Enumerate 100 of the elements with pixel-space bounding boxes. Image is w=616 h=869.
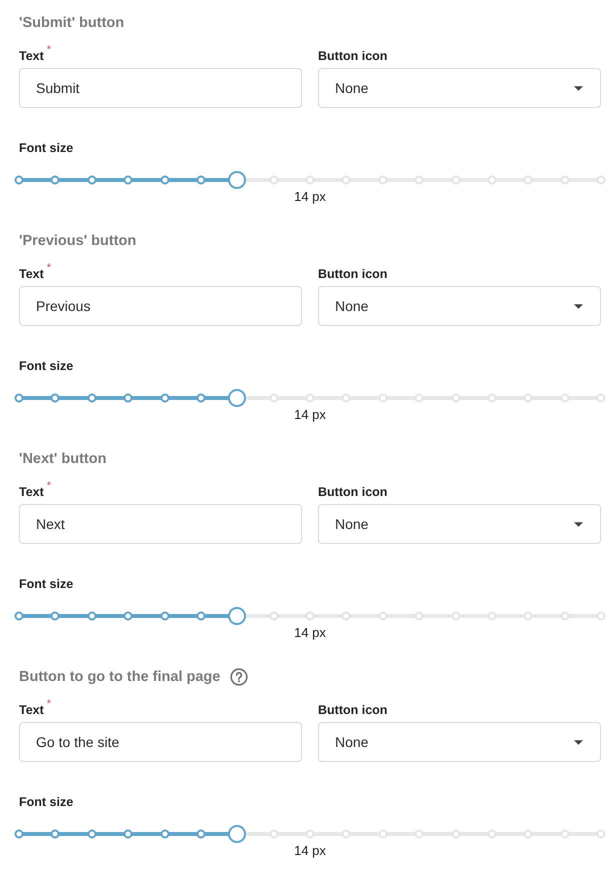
help-icon[interactable] (230, 668, 248, 686)
slider-tick (487, 830, 496, 838)
slider-thumb[interactable] (228, 825, 246, 843)
slider-tick (378, 830, 388, 838)
slider-tick (560, 176, 570, 184)
field-label: Font size (19, 358, 74, 374)
slider-tick (596, 612, 606, 620)
icon-dropdown[interactable]: None (318, 504, 601, 544)
field-label: Text (19, 484, 44, 500)
slider-tick (414, 612, 424, 620)
slider-tick (451, 394, 460, 402)
field-label: Button icon (318, 484, 388, 500)
text-input[interactable]: Go to the site (19, 722, 302, 762)
slider-tick (451, 830, 460, 838)
caret-icon (574, 86, 583, 90)
required-mark: * (46, 263, 52, 274)
slider-tick (14, 612, 24, 620)
required-mark: * (46, 481, 52, 492)
slider-tick (50, 830, 60, 838)
slider-tick (124, 830, 133, 838)
slider-tick (306, 394, 314, 402)
field-label: Font size (19, 576, 74, 592)
slider-tick (160, 830, 169, 838)
font-size-value: 14 px (294, 843, 326, 858)
slider-tick (560, 612, 570, 620)
slider-tick (342, 394, 351, 402)
slider-tick (378, 394, 388, 402)
slider-tick (87, 176, 96, 184)
slider-tick (596, 394, 606, 402)
slider-tick (14, 176, 24, 184)
slider-tick (596, 176, 606, 184)
slider-tick (306, 612, 314, 620)
text-input[interactable]: Next (19, 504, 302, 544)
caret-icon (574, 304, 583, 308)
slider-tick (87, 394, 96, 402)
slider-tick (414, 830, 424, 838)
slider-tick (342, 830, 351, 838)
section-heading: 'Submit' button (19, 14, 124, 33)
slider-tick (50, 612, 60, 620)
slider-thumb[interactable] (228, 389, 246, 407)
slider-tick (14, 394, 24, 402)
slider-tick (160, 612, 169, 620)
slider-tick (124, 394, 133, 402)
section-heading: Button to go to the final page (19, 668, 220, 687)
slider-tick (524, 612, 533, 620)
font-size-value: 14 px (294, 407, 326, 422)
slider-tick (306, 830, 314, 838)
slider-tick (596, 830, 606, 838)
slider-tick (451, 176, 460, 184)
slider-tick (524, 176, 533, 184)
required-mark: * (46, 45, 52, 56)
slider-tick (196, 830, 206, 838)
slider-tick (414, 176, 424, 184)
section-heading: 'Previous' button (19, 232, 136, 251)
slider-tick (524, 394, 533, 402)
text-input[interactable]: Previous (19, 286, 302, 326)
slider-tick (269, 176, 278, 184)
icon-dropdown[interactable]: None (318, 722, 601, 762)
field-label: Text (19, 266, 44, 282)
slider-tick (196, 394, 206, 402)
field-label: Font size (19, 140, 74, 156)
slider-tick (269, 394, 278, 402)
text-input[interactable]: Submit (19, 68, 302, 108)
slider-tick (560, 830, 570, 838)
section-heading: 'Next' button (19, 450, 106, 469)
slider-tick (560, 394, 570, 402)
icon-dropdown[interactable]: None (318, 286, 601, 326)
slider-tick (342, 176, 351, 184)
slider-tick (269, 830, 278, 838)
caret-icon (574, 740, 583, 744)
field-label: Button icon (318, 702, 388, 718)
slider-tick (160, 394, 169, 402)
slider-tick (14, 830, 24, 838)
icon-dropdown[interactable]: None (318, 68, 601, 108)
slider-tick (50, 176, 60, 184)
font-size-value: 14 px (294, 189, 326, 204)
slider-tick (50, 394, 60, 402)
slider-tick (269, 612, 278, 620)
slider-tick (524, 830, 533, 838)
slider-tick (414, 394, 424, 402)
caret-icon (574, 522, 583, 526)
slider-tick (487, 176, 496, 184)
slider-tick (378, 176, 388, 184)
field-label: Text (19, 702, 44, 718)
slider-tick (451, 612, 460, 620)
slider-tick (378, 612, 388, 620)
slider-tick (124, 176, 133, 184)
slider-thumb[interactable] (228, 607, 246, 625)
slider-tick (124, 612, 133, 620)
field-label: Button icon (318, 48, 388, 64)
slider-tick (342, 612, 351, 620)
font-size-value: 14 px (294, 625, 326, 640)
slider-tick (196, 176, 206, 184)
slider-tick (87, 830, 96, 838)
slider-tick (487, 394, 496, 402)
field-label: Text (19, 48, 44, 64)
slider-tick (306, 176, 314, 184)
slider-tick (196, 612, 206, 620)
slider-thumb[interactable] (228, 171, 246, 189)
slider-tick (160, 176, 169, 184)
